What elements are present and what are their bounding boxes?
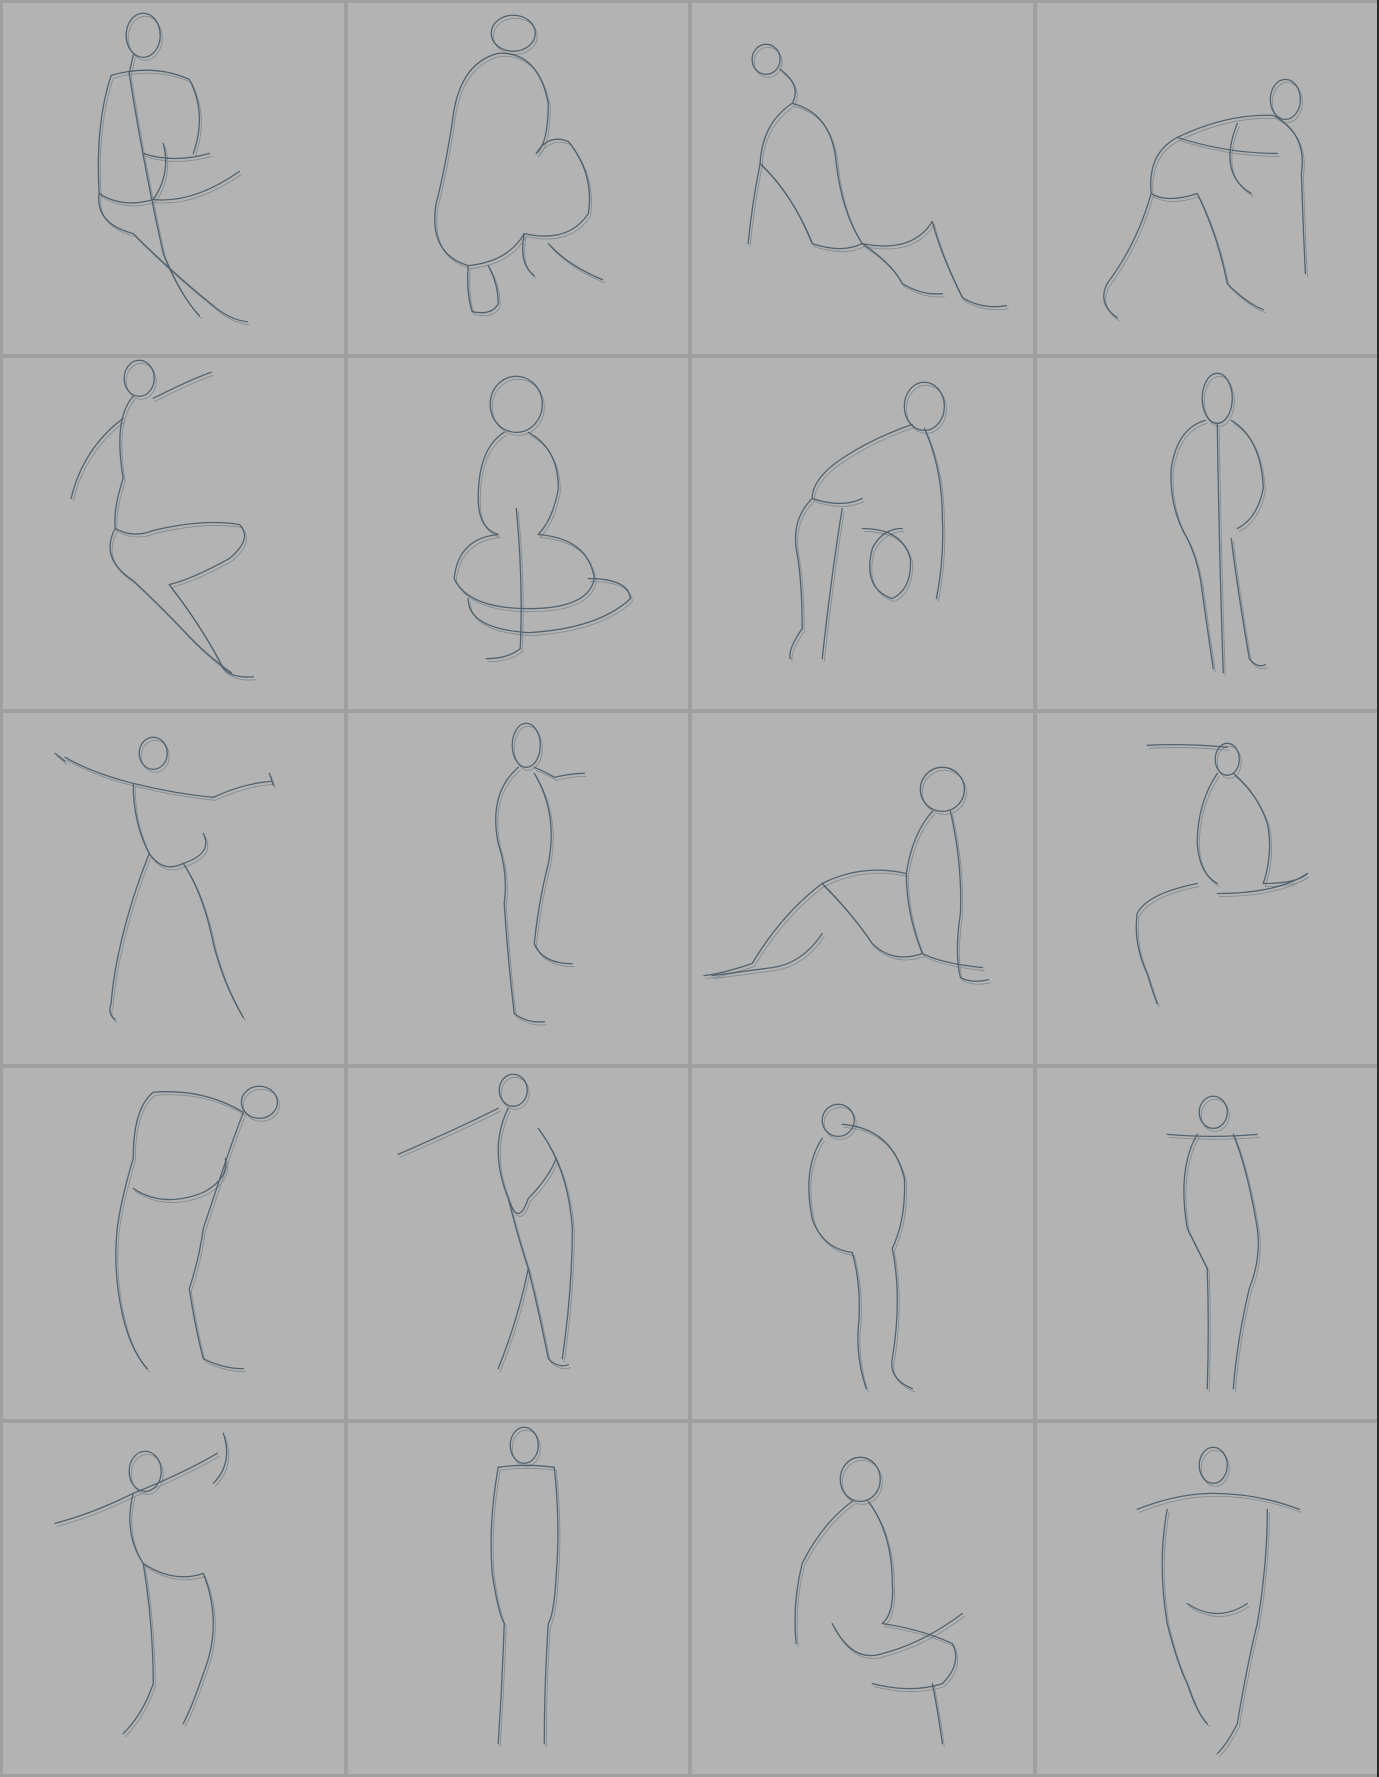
gesture-figure-drawing [97,12,250,326]
sketch-panel-seated-arm-raised [1036,713,1377,1064]
gesture-figure-drawing [494,722,587,1026]
gesture-figure-drawing [1135,742,1310,1008]
gesture-figure-drawing [1102,78,1308,322]
gesture-figure-drawing [433,14,605,317]
sketch-panel-squatting-front [347,358,688,709]
sketch-panel-throwing-motion [3,1423,344,1774]
gesture-figure-drawing [1166,1095,1261,1393]
gesture-figure-drawing [54,1432,230,1738]
gesture-figure-drawing [808,1103,915,1393]
sketch-grid [3,3,1377,1774]
gesture-figure-drawing [70,359,256,681]
sketch-panel-bending-forward [1036,3,1377,354]
sketch-panel-crouch-front-arms-out [1036,1423,1377,1774]
gesture-figure-drawing [54,736,276,1024]
sketch-panel-standing-straight [347,1423,688,1774]
sketch-panel-standing-back [692,1068,1033,1419]
gesture-figure-drawing [115,1085,280,1373]
gesture-figure-drawing [794,1456,965,1748]
sketch-panel-standing-side [347,713,688,1064]
gesture-figure-drawing [703,766,991,985]
sketch-panel-sitting-reclined [692,3,1033,354]
sketch-panel-standing-lunge [3,3,344,354]
sketch-panel-sitting-lean [692,358,1033,709]
gesture-figure-drawing [1135,1446,1302,1758]
sketch-panel-seated-crouch [692,1423,1033,1774]
gesture-figure-drawing [1169,372,1268,677]
sketch-panel-arms-out-stance [3,713,344,1064]
sketch-panel-standing-arm-out [347,1068,688,1419]
sketch-panel-crouching-back [347,3,688,354]
gesture-figure-drawing [396,1073,575,1373]
gesture-figure-drawing [489,1426,560,1748]
sketch-panel-seated-floor [692,713,1033,1064]
gesture-figure-drawing [789,381,947,663]
sketch-panel-standing-front [1036,358,1377,709]
gesture-figure-drawing [453,375,633,663]
sketch-panel-standing-kick [3,358,344,709]
sketch-panel-standing-back-narrow [1036,1068,1377,1419]
sketch-sheet [0,0,1379,1777]
sketch-panel-leaning-forward [3,1068,344,1419]
gesture-figure-drawing [747,43,1009,311]
